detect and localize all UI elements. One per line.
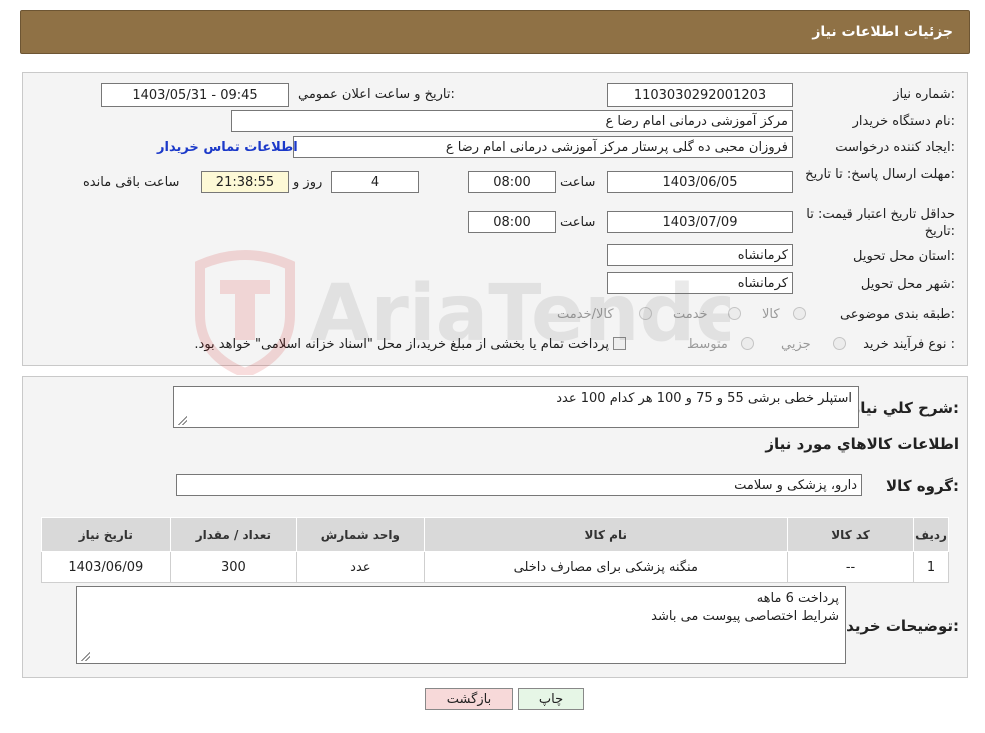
col-item-name: نام کالا xyxy=(423,517,789,552)
process-partial-label: جزیي xyxy=(781,337,811,352)
reply-time-field: 08:00 xyxy=(468,171,556,193)
goods-table: رديف کد کالا نام کالا واحد شمارش تعداد /… xyxy=(41,517,949,583)
cell-need-date: 1403/06/09 xyxy=(41,551,171,583)
buyer-contact-link[interactable]: اطلاعات تماس خریدار xyxy=(157,140,298,155)
page-title: جزئیات اطلاعات نیاز xyxy=(812,24,953,40)
validity-label: حداقل تاریخ اعتبار قیمت: تا تاریخ: xyxy=(806,207,955,239)
process-radio-partial[interactable] xyxy=(833,337,846,350)
buyer-org-label: نام دستگاه خریدار: xyxy=(852,114,955,129)
col-unit: واحد شمارش xyxy=(296,517,425,552)
resize-grip-icon[interactable] xyxy=(80,651,90,661)
cell-item-code: -- xyxy=(787,551,915,583)
buyer-notes-label: توضیحات خریدار: xyxy=(832,617,959,635)
category-service-label: خدمت xyxy=(673,307,708,322)
summary-textarea[interactable]: استپلر خطی برشی 55 و 75 و 100 هر کدام 10… xyxy=(173,386,859,428)
validity-date-field: 1403/07/09 xyxy=(607,211,793,233)
buyer-notes-line2: شرایط اختصاصی پیوست می باشد xyxy=(651,609,839,624)
category-radio-goods[interactable] xyxy=(793,307,806,320)
days-remaining-field: 4 xyxy=(331,171,419,193)
cell-quantity: 300 xyxy=(169,551,298,583)
resize-grip-icon[interactable] xyxy=(177,415,187,425)
reply-deadline-label: مهلت ارسال پاسخ: تا تاریخ: xyxy=(805,167,955,182)
goods-group-label: گروه کالا: xyxy=(886,477,959,495)
back-button[interactable]: بازگشت xyxy=(425,688,513,710)
days-label: روز و xyxy=(293,175,323,190)
print-button[interactable]: چاپ xyxy=(518,688,584,710)
need-details-panel: شرح کلي نياز: استپلر خطی برشی 55 و 75 و … xyxy=(22,376,968,678)
summary-label: شرح کلي نياز: xyxy=(851,399,959,417)
category-radio-service[interactable] xyxy=(728,307,741,320)
category-label: طبقه بندی موضوعی: xyxy=(839,307,955,322)
cell-unit: عدد xyxy=(296,551,425,583)
creator-label: ایجاد کننده درخواست: xyxy=(835,140,955,155)
col-row-number: رديف xyxy=(913,517,949,552)
reply-time-label: ساعت xyxy=(560,175,596,190)
process-radio-medium[interactable] xyxy=(741,337,754,350)
page-header: جزئیات اطلاعات نیاز xyxy=(20,10,970,54)
province-field: کرمانشاه xyxy=(607,244,793,266)
need-number-label: شماره نیاز: xyxy=(893,87,955,102)
col-item-code: کد کالا xyxy=(787,517,915,552)
treasury-payment-checkbox[interactable] xyxy=(613,337,626,350)
category-goods-label: کالا xyxy=(762,307,780,322)
cell-row-number: 1 xyxy=(913,551,949,583)
cell-item-name: منگنه پزشکی برای مصارف داخلی xyxy=(423,551,789,583)
summary-text: استپلر خطی برشی 55 و 75 و 100 هر کدام 10… xyxy=(556,391,852,406)
validity-time-label: ساعت xyxy=(560,215,596,230)
buyer-notes-line1: پرداخت 6 ماهه xyxy=(756,591,839,606)
category-radio-goods-service[interactable] xyxy=(639,307,652,320)
remaining-time-field: 21:38:55 xyxy=(201,171,289,193)
col-quantity: تعداد / مقدار xyxy=(169,517,298,552)
province-label: استان محل تحویل: xyxy=(853,249,955,264)
reply-date-field: 1403/06/05 xyxy=(607,171,793,193)
need-number-field: 1103030292001203 xyxy=(607,83,793,107)
goods-group-field: دارو، پزشکی و سلامت xyxy=(176,474,862,496)
announce-label: تاریخ و ساعت اعلان عمومي: xyxy=(298,87,455,102)
process-medium-label: متوسط xyxy=(687,337,728,352)
request-info-panel: شماره نیاز: 1103030292001203 تاریخ و ساع… xyxy=(22,72,968,366)
process-label: نوع فرآیند خرید : xyxy=(863,337,955,352)
creator-field: فروزان محبی ده گلی پرستار مرکز آموزشی در… xyxy=(293,136,793,158)
table-row: 1 -- منگنه پزشکی برای مصارف داخلی عدد 30… xyxy=(41,551,949,583)
remaining-label: ساعت باقی مانده xyxy=(83,175,180,190)
col-need-date: تاريخ نياز xyxy=(41,517,171,552)
buyer-notes-textarea[interactable]: پرداخت 6 ماهه شرایط اختصاصی پیوست می باش… xyxy=(76,586,846,664)
buyer-org-field: مرکز آموزشی درمانی امام رضا ع xyxy=(231,110,793,132)
validity-time-field: 08:00 xyxy=(468,211,556,233)
announce-field: 1403/05/31 - 09:45 xyxy=(101,83,289,107)
city-field: کرمانشاه xyxy=(607,272,793,294)
payment-note: پرداخت تمام یا بخشی از مبلغ خرید،از محل … xyxy=(194,337,609,352)
goods-info-title: اطلاعات کالاهاي مورد نياز xyxy=(765,435,959,453)
city-label: شهر محل تحویل: xyxy=(860,277,955,292)
category-goods-service-label: کالا/خدمت xyxy=(557,307,614,322)
